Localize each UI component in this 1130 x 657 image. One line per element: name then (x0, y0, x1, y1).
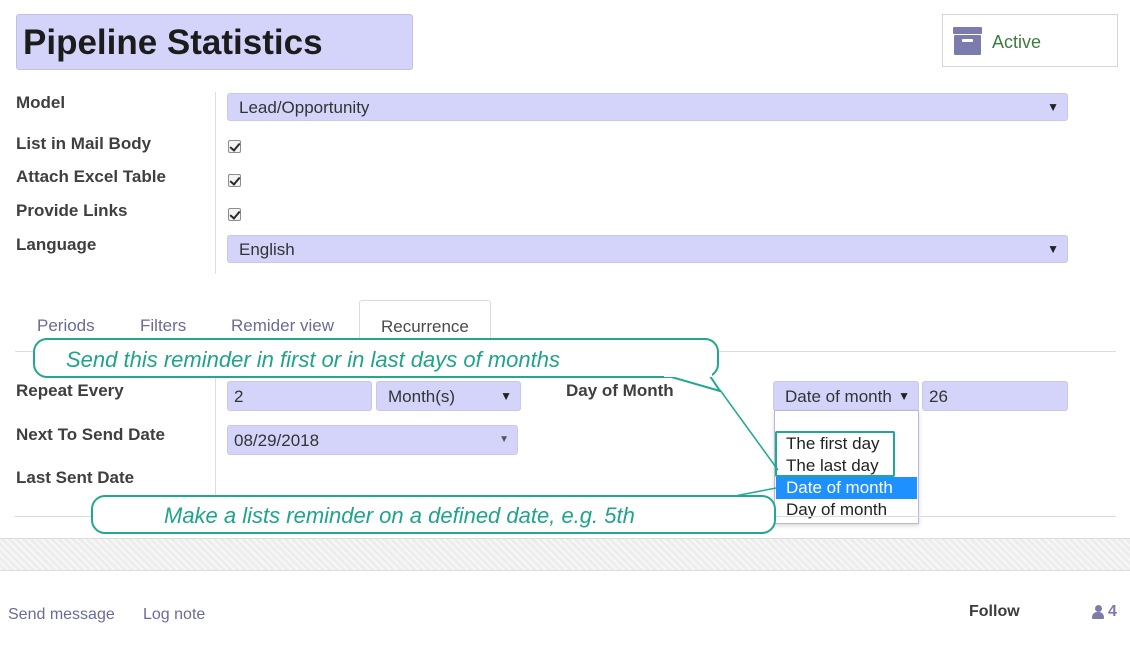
follow-button[interactable]: Follow (969, 603, 1020, 621)
user-icon (1092, 605, 1104, 619)
top-callout-tail (664, 370, 721, 392)
top-callout-pointer-line (719, 389, 779, 471)
top-callout-text: Send this reminder in first or in last d… (66, 347, 560, 372)
followers-count: 4 (1108, 603, 1117, 620)
chatter-separator (0, 538, 1130, 571)
bottom-callout: Make a lists reminder on a defined date,… (91, 495, 776, 534)
bottom-callout-text: Make a lists reminder on a defined date,… (164, 503, 635, 528)
send-message-button[interactable]: Send message (8, 606, 115, 624)
followers-button[interactable]: 4 (1092, 602, 1122, 622)
top-callout: Send this reminder in first or in last d… (33, 338, 719, 378)
log-note-button[interactable]: Log note (143, 606, 205, 624)
